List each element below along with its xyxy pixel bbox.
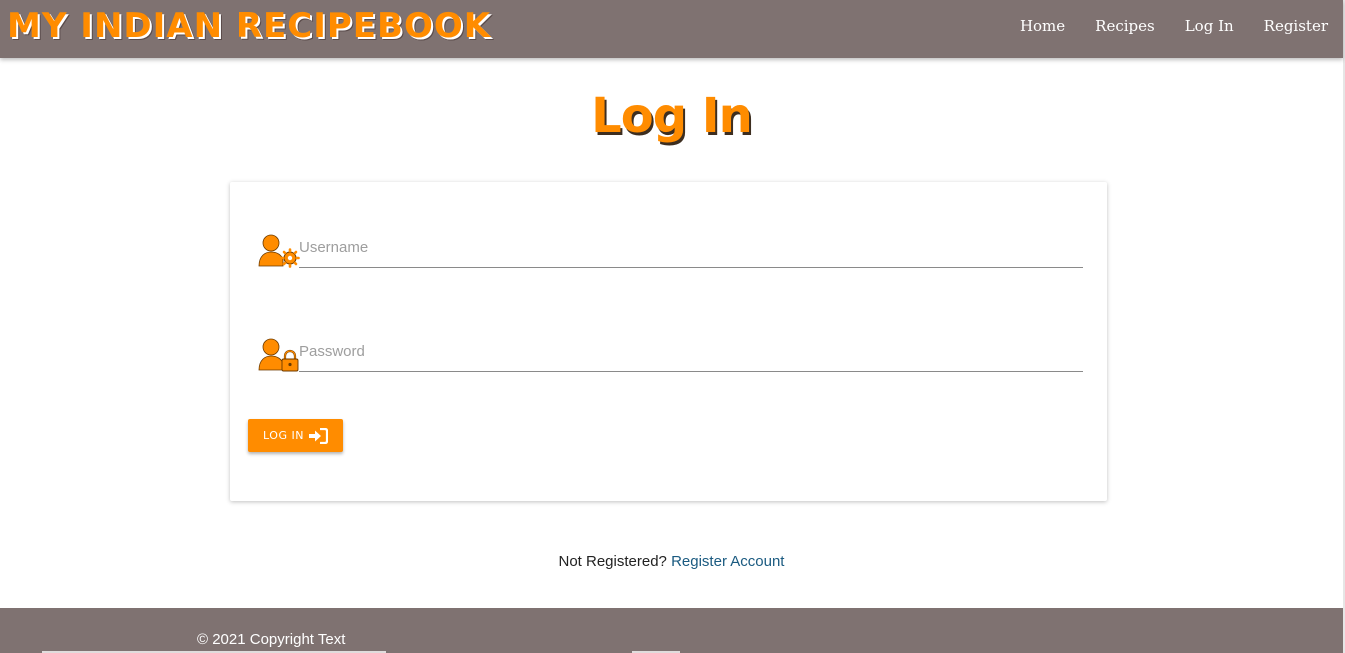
login-card: LOG IN: [230, 182, 1107, 501]
register-prompt: Not Registered? Register Account: [0, 553, 1343, 570]
login-button-label: LOG IN: [263, 429, 304, 442]
user-lock-icon: [258, 338, 299, 372]
user-cog-icon: [258, 234, 300, 268]
password-input[interactable]: [299, 336, 1083, 372]
password-field-group: [258, 328, 1083, 372]
nav-links: Home Recipes Log In Register: [1020, 17, 1328, 35]
login-button[interactable]: LOG IN: [248, 419, 343, 452]
username-input[interactable]: [299, 232, 1083, 268]
register-account-link[interactable]: Register Account: [671, 553, 784, 570]
navbar: My Indian RecipeBook Home Recipes Log In…: [0, 0, 1343, 58]
nav-link-login[interactable]: Log In: [1185, 17, 1234, 35]
page-title: Log In: [591, 88, 753, 144]
sign-in-icon: [308, 427, 328, 444]
nav-link-home[interactable]: Home: [1020, 17, 1065, 35]
copyright-text: © 2021 Copyright Text: [197, 631, 346, 648]
brand-logo[interactable]: My Indian RecipeBook: [7, 6, 491, 46]
footer: © 2021 Copyright Text: [0, 608, 1343, 653]
register-prompt-text: Not Registered?: [558, 553, 667, 570]
username-field-group: [258, 224, 1083, 268]
nav-link-register[interactable]: Register: [1264, 17, 1328, 35]
nav-link-recipes[interactable]: Recipes: [1095, 17, 1155, 35]
